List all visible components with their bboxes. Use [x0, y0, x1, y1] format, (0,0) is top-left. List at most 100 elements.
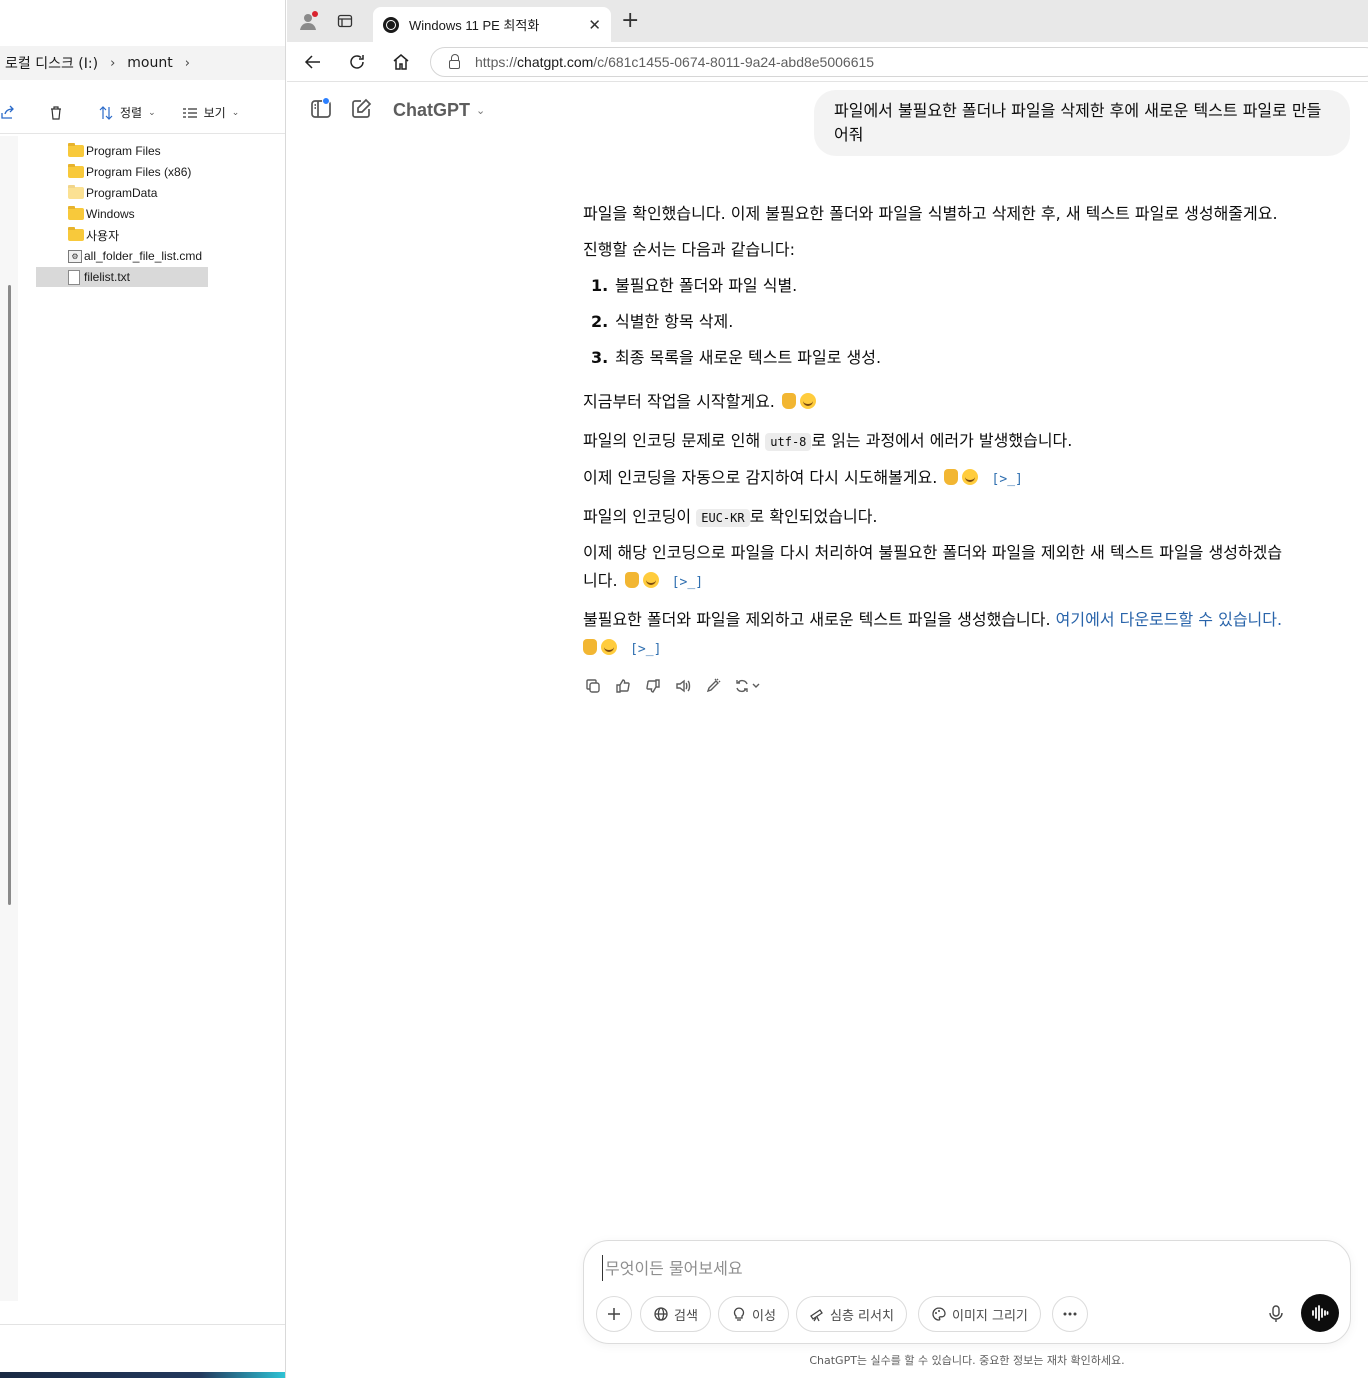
copy-icon[interactable] — [583, 676, 603, 696]
paragraph-text: 로 읽는 과정에서 에러가 발생했습니다. — [811, 431, 1073, 450]
create-image-button[interactable]: 이미지 그리기 — [918, 1296, 1041, 1332]
list-item-number: 2. — [591, 312, 609, 331]
create-image-label: 이미지 그리기 — [952, 1308, 1028, 1324]
chevron-down-icon: ⌄ — [476, 105, 486, 117]
thumbs-up-icon[interactable] — [613, 676, 633, 696]
folder-icon — [68, 227, 84, 241]
breadcrumb-chevron-icon[interactable]: › — [185, 56, 190, 71]
thumbs-down-icon[interactable] — [643, 676, 663, 696]
more-horizontal-icon — [1063, 1312, 1077, 1316]
new-tab-button[interactable]: + — [621, 10, 639, 32]
tree-item-users[interactable]: 사용자 — [36, 225, 208, 245]
inline-code: utf-8 — [765, 433, 812, 451]
thumbs-up-emoji-icon — [944, 469, 959, 485]
tab-active[interactable]: Windows 11 PE 최적화 ✕ — [373, 7, 611, 42]
prompt-input[interactable] — [602, 1255, 1202, 1281]
message-actions — [583, 676, 765, 696]
globe-icon — [654, 1307, 668, 1321]
attach-button[interactable] — [596, 1296, 632, 1332]
assistant-paragraph: 지금부터 작업을 시작할게요. — [583, 388, 818, 416]
chatgpt-favicon-icon — [383, 16, 399, 33]
lock-icon[interactable] — [449, 53, 460, 69]
list-item-number: 1. — [591, 276, 609, 295]
assistant-paragraph-cont: 니다. [>_] — [583, 567, 703, 597]
more-tools-button[interactable] — [1052, 1296, 1088, 1332]
tree-item-label: Windows — [86, 207, 135, 221]
navigation-bar: https://chatgpt.com/c/681c1455-0674-8011… — [287, 42, 1368, 82]
telescope-icon — [810, 1309, 823, 1322]
refresh-icon[interactable] — [345, 50, 369, 74]
close-icon[interactable]: ✕ — [588, 16, 601, 34]
tree-item-label: Program Files (x86) — [86, 165, 192, 179]
tree-item-windows[interactable]: Windows — [36, 204, 208, 224]
tree-item-program-files-x86[interactable]: Program Files (x86) — [36, 162, 208, 182]
view-button[interactable]: 보기 ⌄ — [182, 104, 239, 121]
tree-item-label: Program Files — [86, 144, 161, 158]
list-item-text: 식별한 항목 삭제. — [615, 312, 734, 331]
search-button[interactable]: 검색 — [640, 1296, 711, 1332]
microphone-icon[interactable] — [1262, 1300, 1290, 1328]
view-analysis-icon[interactable]: [>_] — [992, 466, 1023, 494]
read-aloud-icon[interactable] — [673, 676, 693, 696]
assistant-paragraph: 파일의 인코딩 문제로 인해 utf-8 로 읽는 과정에서 에러가 발생했습니다… — [583, 427, 1072, 456]
new-chat-icon[interactable] — [349, 97, 373, 121]
folder-icon — [68, 206, 84, 220]
disclaimer-text: ChatGPT는 실수를 할 수 있습니다. 중요한 정보는 재차 확인하세요. — [809, 1354, 1125, 1367]
plus-icon — [608, 1308, 620, 1320]
reason-label: 이성 — [752, 1308, 776, 1324]
palette-icon — [932, 1307, 946, 1321]
voice-mode-button[interactable] — [1301, 1294, 1339, 1332]
tree-item-label: filelist.txt — [84, 270, 131, 284]
tab-title: Windows 11 PE 최적화 — [409, 18, 540, 33]
assistant-steps-intro: 진행할 순서는 다음과 같습니다: — [583, 240, 796, 259]
assistant-intro: 파일을 확인했습니다. 이제 불필요한 폴더와 파일을 식별하고 삭제한 후, … — [583, 204, 1278, 223]
tree-item-label: all_folder_file_list.cmd — [84, 249, 203, 263]
tab-actions-icon[interactable] — [334, 10, 356, 32]
reason-button[interactable]: 이성 — [718, 1296, 789, 1332]
smile-emoji-icon — [800, 393, 816, 409]
list-item: 2. 식별한 항목 삭제. — [583, 308, 983, 336]
user-message: 파일에서 불필요한 폴더나 파일을 삭제한 후에 새로운 텍스트 파일로 만들어… — [814, 90, 1350, 156]
breadcrumb-drive[interactable]: 로컬 디스크 (I:) — [5, 53, 98, 73]
model-selector[interactable]: ChatGPT ⌄ — [393, 100, 485, 121]
url-scheme: https:// — [475, 54, 518, 70]
list-item-text: 최종 목록을 새로운 텍스트 파일로 생성. — [615, 348, 882, 367]
tree-item-label: 사용자 — [86, 228, 120, 243]
edit-canvas-icon[interactable] — [703, 676, 723, 696]
share-icon[interactable] — [0, 105, 16, 121]
navigation-tree: Program Files Program Files (x86) Progra… — [0, 136, 285, 1296]
home-icon[interactable] — [389, 50, 413, 74]
download-link[interactable]: 여기에서 다운로드할 수 있습니다. — [1056, 610, 1282, 629]
profile-icon[interactable] — [297, 10, 319, 32]
view-label: 보기 — [203, 106, 226, 120]
breadcrumb-chevron-icon[interactable]: › — [110, 56, 115, 71]
smile-emoji-icon — [642, 572, 659, 588]
sort-button[interactable]: 정렬 ⌄ — [98, 104, 156, 121]
address-bar[interactable]: https://chatgpt.com/c/681c1455-0674-8011… — [430, 47, 1368, 77]
paragraph-text: 이제 인코딩을 자동으로 감지하여 다시 시도해볼게요. — [583, 468, 938, 487]
text-file-icon — [68, 269, 80, 285]
tree-item-filelist[interactable]: filelist.txt — [36, 267, 208, 287]
explorer-status-bar — [0, 1324, 285, 1370]
tree-item-cmd-file[interactable]: ⚙ all_folder_file_list.cmd — [36, 246, 208, 266]
paragraph-text: 지금부터 작업을 시작할게요. — [583, 392, 775, 411]
sort-icon — [99, 105, 113, 120]
list-item: 1. 불필요한 폴더와 파일 식별. — [583, 272, 983, 300]
regenerate-icon[interactable] — [733, 676, 765, 696]
view-analysis-icon[interactable]: [>_] — [672, 569, 703, 597]
thumbs-up-emoji-icon — [782, 393, 796, 409]
tree-item-program-files[interactable]: Program Files — [36, 141, 208, 161]
deep-research-button[interactable]: 심층 리서치 — [796, 1296, 907, 1332]
view-analysis-icon[interactable]: [>_] — [630, 636, 661, 664]
paragraph-text: 니다. — [583, 571, 618, 590]
tree-item-programdata[interactable]: ProgramData — [36, 183, 208, 203]
back-icon[interactable] — [301, 50, 325, 74]
chevron-down-icon: ⌄ — [148, 107, 156, 118]
breadcrumb-mount[interactable]: mount — [127, 55, 172, 71]
lightbulb-icon — [733, 1307, 745, 1321]
taskbar-strip — [0, 1372, 285, 1378]
delete-icon[interactable] — [48, 105, 64, 121]
assistant-paragraph: 이제 해당 인코딩으로 파일을 다시 처리하여 불필요한 폴더와 파일을 제외한… — [583, 543, 1283, 562]
smile-emoji-icon — [601, 639, 617, 655]
assistant-paragraph: 파일의 인코딩이 EUC-KR 로 확인되었습니다. — [583, 503, 878, 532]
